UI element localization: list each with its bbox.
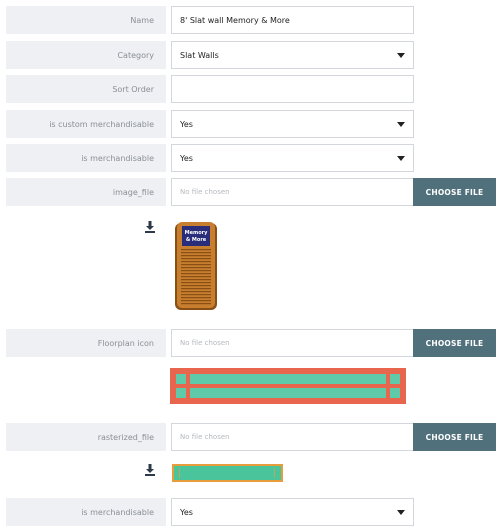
category-row: Category Slat Walls — [6, 41, 496, 69]
slat-line — [181, 288, 211, 290]
chevron-down-icon — [397, 53, 405, 58]
floorplan-corner — [176, 388, 186, 398]
floorplan-corner — [176, 374, 186, 384]
custom-merchandisable-label: is custom merchandisable — [6, 110, 166, 138]
slat-wall-preview-image: Memory & More — [175, 222, 217, 310]
merchandisable-bottom-value: Yes — [180, 507, 193, 517]
slat-line — [181, 255, 211, 257]
sort-order-label: Sort Order — [6, 75, 166, 103]
custom-merchandisable-select[interactable]: Yes — [171, 110, 414, 138]
slat-line — [181, 252, 211, 254]
slat-line — [181, 297, 211, 299]
floorplan-bar — [190, 374, 386, 384]
rasterized-file-preview — [172, 464, 283, 482]
image-file-label: image_file — [6, 178, 166, 206]
slat-line — [181, 285, 211, 287]
sort-order-input[interactable] — [171, 75, 414, 103]
slat-line — [181, 249, 211, 251]
floorplan-bar — [190, 388, 386, 398]
slat-line — [181, 276, 211, 278]
category-select[interactable]: Slat Walls — [171, 41, 414, 69]
slat-line — [181, 270, 211, 272]
slat-line — [181, 258, 211, 260]
name-row: Name 8' Slat wall Memory & More — [6, 6, 496, 34]
sort-order-row: Sort Order — [6, 75, 496, 103]
merchandisable-bottom-row: is merchandisable Yes — [6, 498, 496, 526]
slat-line — [181, 282, 211, 284]
merchandisable-row: is merchandisable Yes — [6, 144, 496, 172]
floorplan-corner — [390, 388, 400, 398]
slat-line — [181, 273, 211, 275]
slat-line — [181, 264, 211, 266]
merchandisable-select[interactable]: Yes — [171, 144, 414, 172]
merchandisable-value: Yes — [180, 153, 193, 163]
rasterized-file-choose-button[interactable]: CHOOSE FILE — [413, 423, 496, 451]
chevron-down-icon — [397, 122, 405, 127]
rasterized-file-input[interactable]: No file chosen — [171, 423, 414, 451]
custom-merchandisable-row: is custom merchandisable Yes — [6, 110, 496, 138]
rasterized-file-label: rasterized_file — [6, 423, 166, 451]
image-file-input[interactable]: No file chosen — [171, 178, 414, 206]
rasterized-file-row: rasterized_file No file chosen CHOOSE FI… — [6, 423, 496, 451]
download-icon[interactable] — [144, 464, 156, 476]
floorplan-icon-row: Floorplan icon No file chosen CHOOSE FIL… — [6, 329, 496, 357]
svg-text:& More: & More — [186, 237, 207, 243]
name-label: Name — [6, 6, 166, 34]
floorplan-icon-label: Floorplan icon — [6, 329, 166, 357]
slat-line — [181, 267, 211, 269]
download-icon[interactable] — [144, 221, 156, 233]
merchandisable-bottom-select[interactable]: Yes — [171, 498, 414, 526]
raster-divider — [274, 468, 275, 478]
category-value: Slat Walls — [180, 50, 219, 60]
raster-divider — [179, 468, 180, 478]
floorplan-icon-preview — [170, 368, 406, 404]
slat-line — [181, 294, 211, 296]
image-file-row: image_file No file chosen CHOOSE FILE — [6, 178, 496, 206]
slat-line — [181, 279, 211, 281]
slat-line — [181, 303, 211, 305]
name-input[interactable]: 8' Slat wall Memory & More — [171, 6, 414, 34]
category-label: Category — [6, 41, 166, 69]
floorplan-icon-choose-button[interactable]: CHOOSE FILE — [413, 329, 496, 357]
slat-line — [181, 261, 211, 263]
merchandisable-label: is merchandisable — [6, 144, 166, 172]
svg-text:Memory: Memory — [185, 230, 208, 236]
merchandisable-bottom-label: is merchandisable — [6, 498, 166, 526]
slat-line — [181, 291, 211, 293]
custom-merchandisable-value: Yes — [180, 119, 193, 129]
chevron-down-icon — [397, 156, 405, 161]
image-file-choose-button[interactable]: CHOOSE FILE — [413, 178, 496, 206]
chevron-down-icon — [397, 510, 405, 515]
slat-line — [181, 300, 211, 302]
floorplan-icon-input[interactable]: No file chosen — [171, 329, 414, 357]
floorplan-corner — [390, 374, 400, 384]
